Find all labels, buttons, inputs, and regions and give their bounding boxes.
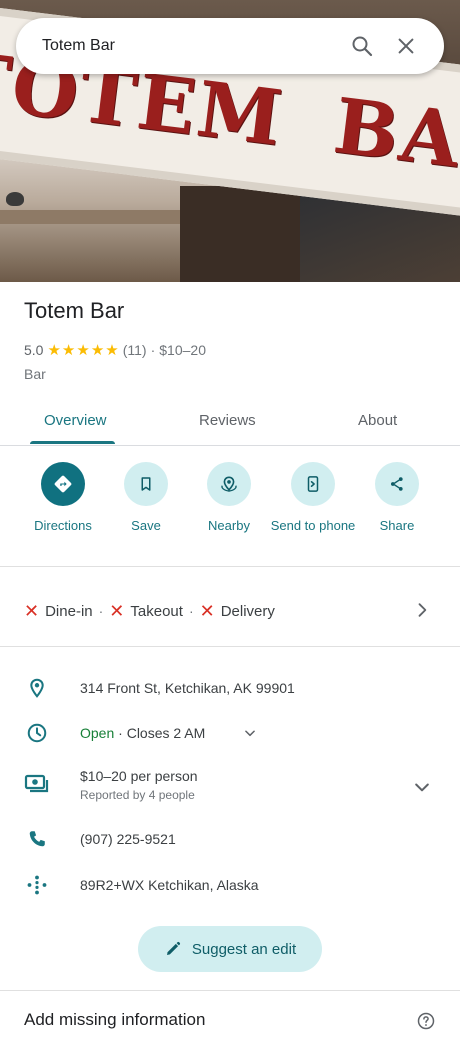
directions-button[interactable]: Directions	[18, 462, 108, 535]
unavailable-x-icon: ✕	[24, 601, 40, 621]
security-camera-shape	[6, 192, 24, 206]
divider	[0, 990, 460, 991]
hours-row[interactable]: Open · Closes 2 AM	[0, 720, 460, 746]
close-icon	[398, 38, 414, 54]
address-row[interactable]: 314 Front St, Ketchikan, AK 99901	[0, 676, 460, 700]
help-icon[interactable]	[416, 1011, 436, 1031]
address-text: 314 Front St, Ketchikan, AK 99901	[80, 680, 295, 696]
tab-overview[interactable]: Overview	[44, 412, 107, 429]
totem-pole-shape	[303, 73, 315, 170]
tab-reviews[interactable]: Reviews	[199, 412, 256, 429]
search-button[interactable]	[344, 28, 380, 64]
service-label: Takeout	[130, 602, 183, 620]
rating-row[interactable]: 5.0 ★ ★ ★ ★ ★ (11) · $10–20	[24, 342, 206, 358]
hours-separator: ·	[114, 725, 127, 741]
share-label: Share	[379, 518, 415, 533]
service-separator: ·	[98, 603, 104, 619]
plus-code-icon	[24, 872, 50, 898]
share-button[interactable]: Share	[352, 462, 442, 535]
suggest-edit-label: Suggest an edit	[191, 940, 297, 958]
star-icon: ★	[61, 341, 76, 359]
search-icon	[352, 36, 373, 57]
send-to-phone-circle	[291, 462, 335, 506]
tab-about[interactable]: About	[358, 412, 397, 429]
price-row[interactable]: $10–20 per person Reported by 4 people	[0, 766, 460, 808]
save-button[interactable]: Save	[101, 462, 191, 535]
chevron-down-icon[interactable]	[243, 726, 257, 740]
directions-label: Directions	[34, 518, 92, 533]
hours-text: Open · Closes 2 AM	[80, 725, 205, 741]
nearby-label: Nearby	[208, 518, 250, 533]
nearby-icon	[221, 476, 237, 492]
price-text-group: $10–20 per person Reported by 4 people	[80, 768, 198, 802]
pencil-icon	[166, 941, 180, 955]
nearby-button[interactable]: Nearby	[184, 462, 274, 535]
star-icon: ★	[90, 341, 105, 359]
star-icon: ★	[76, 341, 90, 359]
directions-icon	[54, 475, 72, 493]
search-bar	[16, 18, 444, 74]
active-tab-indicator	[30, 441, 115, 444]
add-missing-info-link[interactable]: Add missing information	[24, 1010, 205, 1030]
service-label: Dine-in	[45, 602, 93, 620]
share-icon	[391, 477, 403, 491]
save-button-circle	[124, 462, 168, 506]
service-options[interactable]: ✕ Dine-in · ✕ Takeout · ✕ Delivery	[0, 586, 460, 636]
share-button-circle	[375, 462, 419, 506]
unavailable-x-icon: ✕	[199, 601, 215, 621]
chevron-right-icon	[418, 603, 427, 617]
price-range: $10–20	[159, 342, 206, 358]
save-label: Save	[131, 518, 161, 533]
place-tabs: Overview Reviews About	[0, 398, 460, 446]
review-count: (11)	[122, 342, 147, 358]
service-takeout: ✕ Takeout	[109, 602, 183, 620]
price-reported-by: Reported by 4 people	[80, 788, 195, 802]
star-icon: ★	[47, 341, 61, 359]
divider	[0, 566, 460, 567]
money-icon	[24, 771, 50, 797]
unavailable-x-icon: ✕	[109, 601, 125, 621]
bookmark-icon	[141, 477, 151, 491]
phone-icon	[24, 826, 50, 852]
directions-button-circle	[41, 462, 85, 506]
sign-word-right: BAR	[329, 80, 460, 193]
rating-separator: ·	[150, 342, 156, 358]
open-status: Open	[80, 725, 115, 741]
phone-text: (907) 225-9521	[80, 831, 176, 847]
place-category: Bar	[24, 366, 46, 382]
service-label: Delivery	[220, 602, 275, 620]
clock-icon	[24, 720, 50, 746]
suggest-edit-button[interactable]: Suggest an edit	[138, 926, 322, 972]
rating-score: 5.0	[24, 342, 44, 358]
divider	[0, 646, 460, 647]
send-to-phone-button[interactable]: Send to phone	[268, 462, 358, 535]
service-dine-in: ✕ Dine-in	[24, 602, 93, 620]
send-to-phone-label: Send to phone	[270, 518, 356, 533]
closing-time: Closes 2 AM	[126, 725, 206, 741]
location-pin-icon	[24, 675, 50, 701]
action-buttons: Directions Save Nearby Send to phone Sha…	[0, 462, 460, 566]
send-to-phone-icon	[307, 476, 319, 492]
service-separator: ·	[188, 603, 194, 619]
clear-search-button[interactable]	[388, 28, 424, 64]
chevron-down-icon[interactable]	[412, 777, 432, 797]
star-icon: ★	[105, 341, 119, 359]
service-delivery: ✕ Delivery	[200, 602, 275, 620]
plus-code-text: 89R2+WX Ketchikan, Alaska	[80, 877, 259, 893]
plus-code-row[interactable]: 89R2+WX Ketchikan, Alaska	[0, 872, 460, 898]
photo-doorway	[180, 186, 300, 282]
nearby-button-circle	[207, 462, 251, 506]
place-title: Totem Bar	[24, 298, 125, 323]
price-per-person: $10–20 per person	[80, 768, 198, 784]
phone-row[interactable]: (907) 225-9521	[0, 826, 460, 852]
search-input[interactable]	[42, 26, 336, 66]
rating-stars: ★ ★ ★ ★ ★	[47, 343, 118, 358]
